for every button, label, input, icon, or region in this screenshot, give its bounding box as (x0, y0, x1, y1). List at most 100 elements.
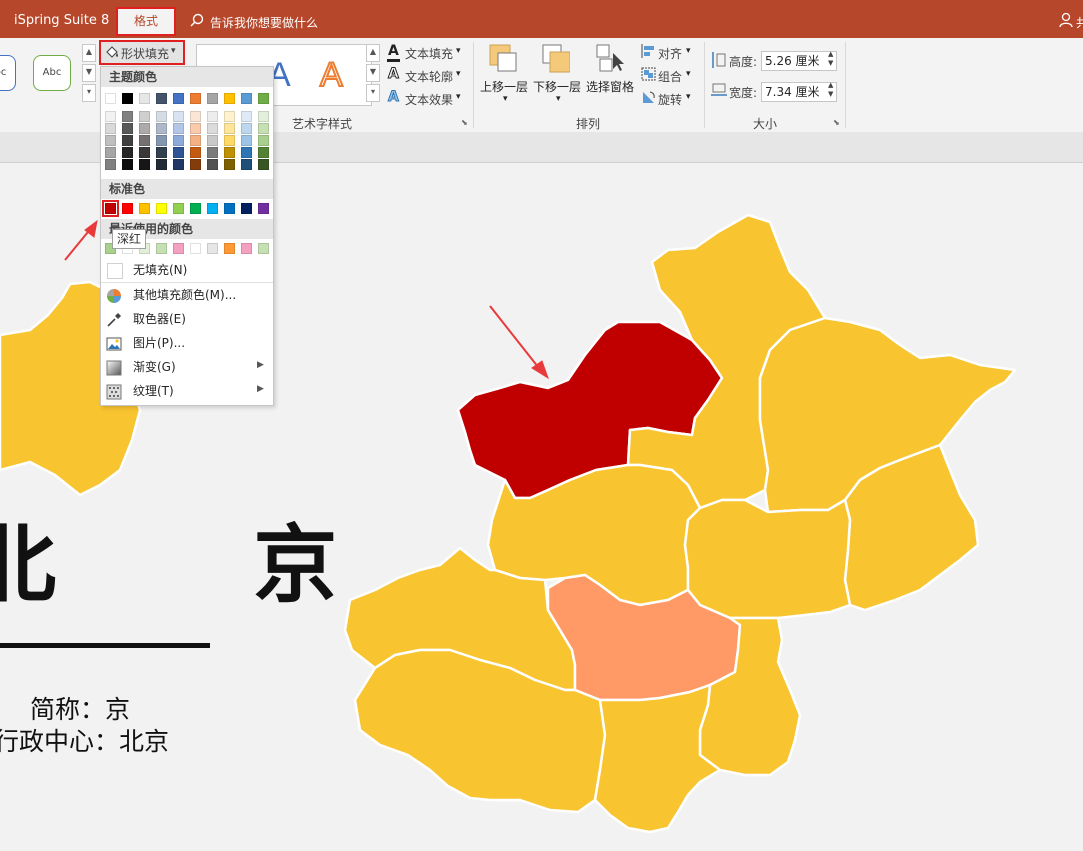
standard-color-swatch[interactable] (207, 203, 218, 214)
theme-shade-swatch[interactable] (173, 123, 184, 134)
dialog-launcher-icon[interactable]: ⬊ (461, 118, 468, 127)
theme-color-swatch[interactable] (224, 93, 235, 104)
theme-shade-swatch[interactable] (258, 147, 269, 158)
theme-shade-swatch[interactable] (139, 147, 150, 158)
tab-format[interactable]: 格式 (116, 7, 176, 36)
wordart-up-button[interactable]: ▲ (366, 44, 380, 62)
theme-shade-swatch[interactable] (224, 123, 235, 134)
dialog-launcher-icon[interactable]: ⬊ (833, 118, 840, 127)
theme-color-swatch[interactable] (139, 93, 150, 104)
theme-shade-swatch[interactable] (105, 147, 116, 158)
theme-shade-swatch[interactable] (122, 159, 133, 170)
recent-color-swatch[interactable] (190, 243, 201, 254)
recent-color-swatch[interactable] (241, 243, 252, 254)
theme-shade-swatch[interactable] (156, 111, 167, 122)
theme-shade-swatch[interactable] (241, 147, 252, 158)
theme-shade-swatch[interactable] (207, 111, 218, 122)
slide-title[interactable]: 北 京 (0, 498, 421, 619)
theme-shade-swatch[interactable] (207, 135, 218, 146)
theme-shade-swatch[interactable] (173, 111, 184, 122)
recent-color-swatch[interactable] (207, 243, 218, 254)
theme-shade-swatch[interactable] (139, 159, 150, 170)
shape-style-green[interactable]: Abc (33, 55, 71, 91)
theme-shade-swatch[interactable] (139, 123, 150, 134)
standard-color-swatch[interactable] (156, 203, 167, 214)
theme-shade-swatch[interactable] (122, 135, 133, 146)
theme-shade-swatch[interactable] (105, 135, 116, 146)
theme-shade-swatch[interactable] (258, 111, 269, 122)
theme-color-swatch[interactable] (122, 93, 133, 104)
theme-shade-swatch[interactable] (224, 135, 235, 146)
width-input[interactable]: 7.34 厘米 (761, 82, 837, 102)
height-input[interactable]: 5.26 厘米 (761, 51, 837, 71)
theme-shade-swatch[interactable] (241, 123, 252, 134)
theme-shade-swatch[interactable] (190, 135, 201, 146)
theme-shade-swatch[interactable] (122, 111, 133, 122)
rotate-button[interactable]: 旋转 (658, 91, 682, 108)
theme-color-swatch[interactable] (173, 93, 184, 104)
theme-shade-swatch[interactable] (258, 123, 269, 134)
gallery-down-button[interactable]: ▼ (82, 64, 96, 82)
menu-picture[interactable]: 图片(P)... (133, 331, 185, 355)
wordart-more-button[interactable]: ▾ (366, 84, 380, 102)
recent-color-swatch[interactable] (156, 243, 167, 254)
recent-color-swatch[interactable] (224, 243, 235, 254)
tell-me-search[interactable]: 告诉我你想要做什么 (210, 14, 318, 31)
menu-more-fill-colors[interactable]: 其他填充颜色(M)... (133, 283, 236, 307)
theme-shade-swatch[interactable] (224, 147, 235, 158)
theme-shade-swatch[interactable] (190, 111, 201, 122)
bring-forward-button[interactable]: 上移一层 (480, 78, 528, 95)
theme-shade-swatch[interactable] (224, 159, 235, 170)
shape-style-blue[interactable]: Abc (0, 55, 16, 91)
user-icon[interactable] (1058, 12, 1074, 28)
theme-shade-swatch[interactable] (190, 147, 201, 158)
menu-no-fill[interactable]: 无填充(N) (133, 258, 187, 282)
share-button[interactable]: 共 (1076, 14, 1083, 31)
admin-center-text[interactable]: 行政中心：北京 (0, 722, 169, 758)
theme-shade-swatch[interactable] (207, 147, 218, 158)
theme-shade-swatch[interactable] (258, 135, 269, 146)
group-button[interactable]: 组合 (658, 68, 682, 85)
recent-color-swatch[interactable] (258, 243, 269, 254)
standard-color-swatch[interactable] (258, 203, 269, 214)
theme-shade-swatch[interactable] (139, 111, 150, 122)
theme-shade-swatch[interactable] (224, 111, 235, 122)
theme-shade-swatch[interactable] (190, 123, 201, 134)
wordart-down-button[interactable]: ▼ (366, 64, 380, 82)
theme-shade-swatch[interactable] (173, 159, 184, 170)
theme-shade-swatch[interactable] (156, 135, 167, 146)
theme-shade-swatch[interactable] (241, 135, 252, 146)
menu-gradient[interactable]: 渐变(G) (133, 355, 176, 379)
theme-color-swatch[interactable] (241, 93, 252, 104)
theme-color-swatch[interactable] (190, 93, 201, 104)
menu-eyedropper[interactable]: 取色器(E) (133, 307, 186, 331)
theme-shade-swatch[interactable] (105, 159, 116, 170)
standard-color-swatch[interactable] (190, 203, 201, 214)
theme-shade-swatch[interactable] (105, 123, 116, 134)
theme-shade-swatch[interactable] (190, 159, 201, 170)
standard-color-swatch[interactable] (122, 203, 133, 214)
theme-shade-swatch[interactable] (207, 123, 218, 134)
standard-color-swatch[interactable] (139, 203, 150, 214)
theme-shade-swatch[interactable] (139, 135, 150, 146)
theme-color-swatch[interactable] (156, 93, 167, 104)
theme-shade-swatch[interactable] (122, 123, 133, 134)
theme-color-swatch[interactable] (207, 93, 218, 104)
abbreviation-text[interactable]: 简称：京 (30, 690, 130, 726)
align-button[interactable]: 对齐 (658, 45, 682, 62)
width-stepper[interactable]: ▲ ▼ (828, 81, 833, 99)
text-effects-button[interactable]: 文本效果 (405, 91, 453, 108)
theme-shade-swatch[interactable] (258, 159, 269, 170)
theme-shade-swatch[interactable] (122, 147, 133, 158)
gallery-up-button[interactable]: ▲ (82, 44, 96, 62)
text-fill-button[interactable]: 文本填充 (405, 45, 453, 62)
theme-color-swatch[interactable] (258, 93, 269, 104)
theme-shade-swatch[interactable] (156, 159, 167, 170)
recent-color-swatch[interactable] (173, 243, 184, 254)
height-stepper[interactable]: ▲ ▼ (828, 50, 833, 68)
send-backward-button[interactable]: 下移一层 (533, 78, 581, 95)
theme-shade-swatch[interactable] (156, 147, 167, 158)
standard-color-swatch[interactable] (241, 203, 252, 214)
text-outline-button[interactable]: 文本轮廓 (405, 68, 453, 85)
menu-texture[interactable]: 纹理(T) (133, 379, 174, 403)
